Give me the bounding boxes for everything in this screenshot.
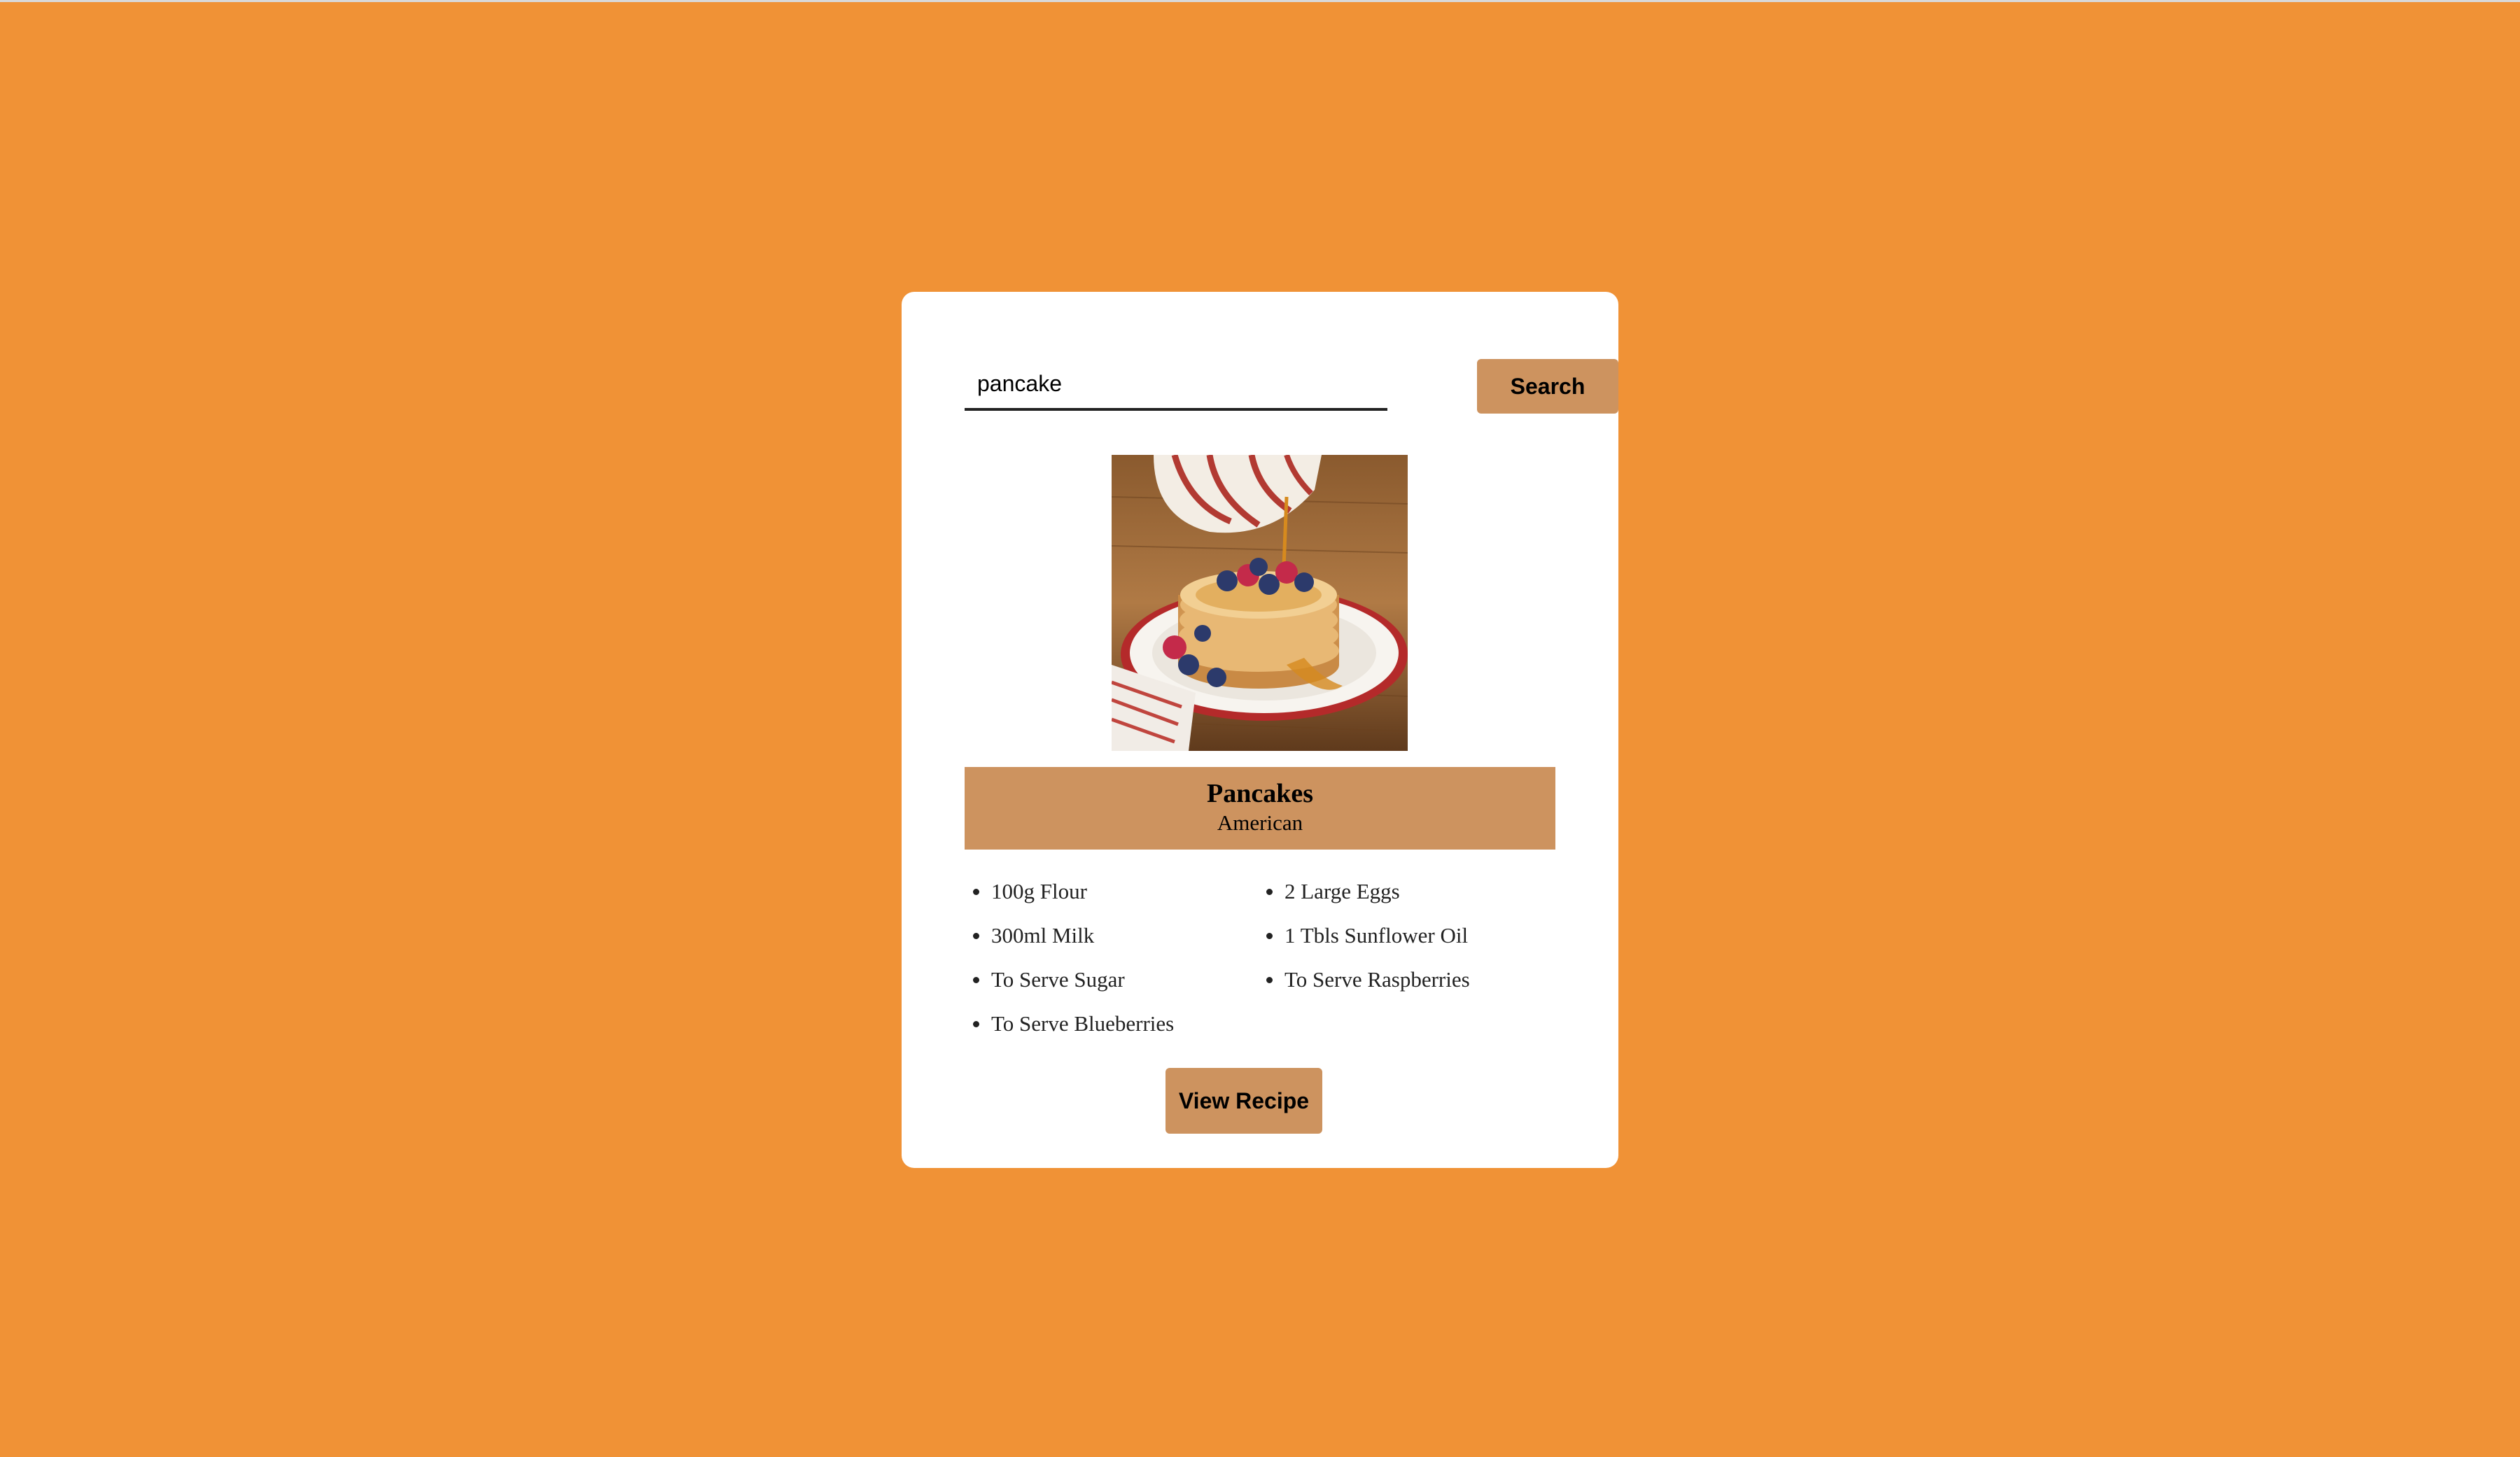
recipe-card: Search	[902, 292, 1618, 1168]
meal-area: American	[1217, 810, 1303, 835]
meal-header: Pancakes American	[965, 767, 1555, 850]
ingredient-item: To Serve Sugar	[965, 957, 1258, 1001]
view-recipe-button[interactable]: View Recipe	[1166, 1068, 1322, 1134]
window-top-edge	[0, 0, 2520, 2]
ingredient-item: To Serve Raspberries	[1258, 957, 1551, 1001]
search-input[interactable]	[965, 359, 1387, 411]
ingredient-item: 100g Flour	[965, 869, 1258, 913]
ingredient-item: 2 Large Eggs	[1258, 869, 1551, 913]
ingredient-item: 300ml Milk	[965, 913, 1258, 957]
ingredient-item: 1 Tbls Sunflower Oil	[1258, 913, 1551, 957]
ingredients-list: 100g Flour 2 Large Eggs 300ml Milk 1 Tbl…	[965, 869, 1555, 1046]
search-button[interactable]: Search	[1477, 359, 1618, 414]
pancake-photo-icon	[1112, 455, 1408, 751]
ingredient-item: To Serve Blueberries	[965, 1001, 1258, 1046]
search-bar: Search	[965, 359, 1618, 414]
meal-name: Pancakes	[1207, 779, 1313, 808]
meal-image	[1112, 455, 1408, 751]
